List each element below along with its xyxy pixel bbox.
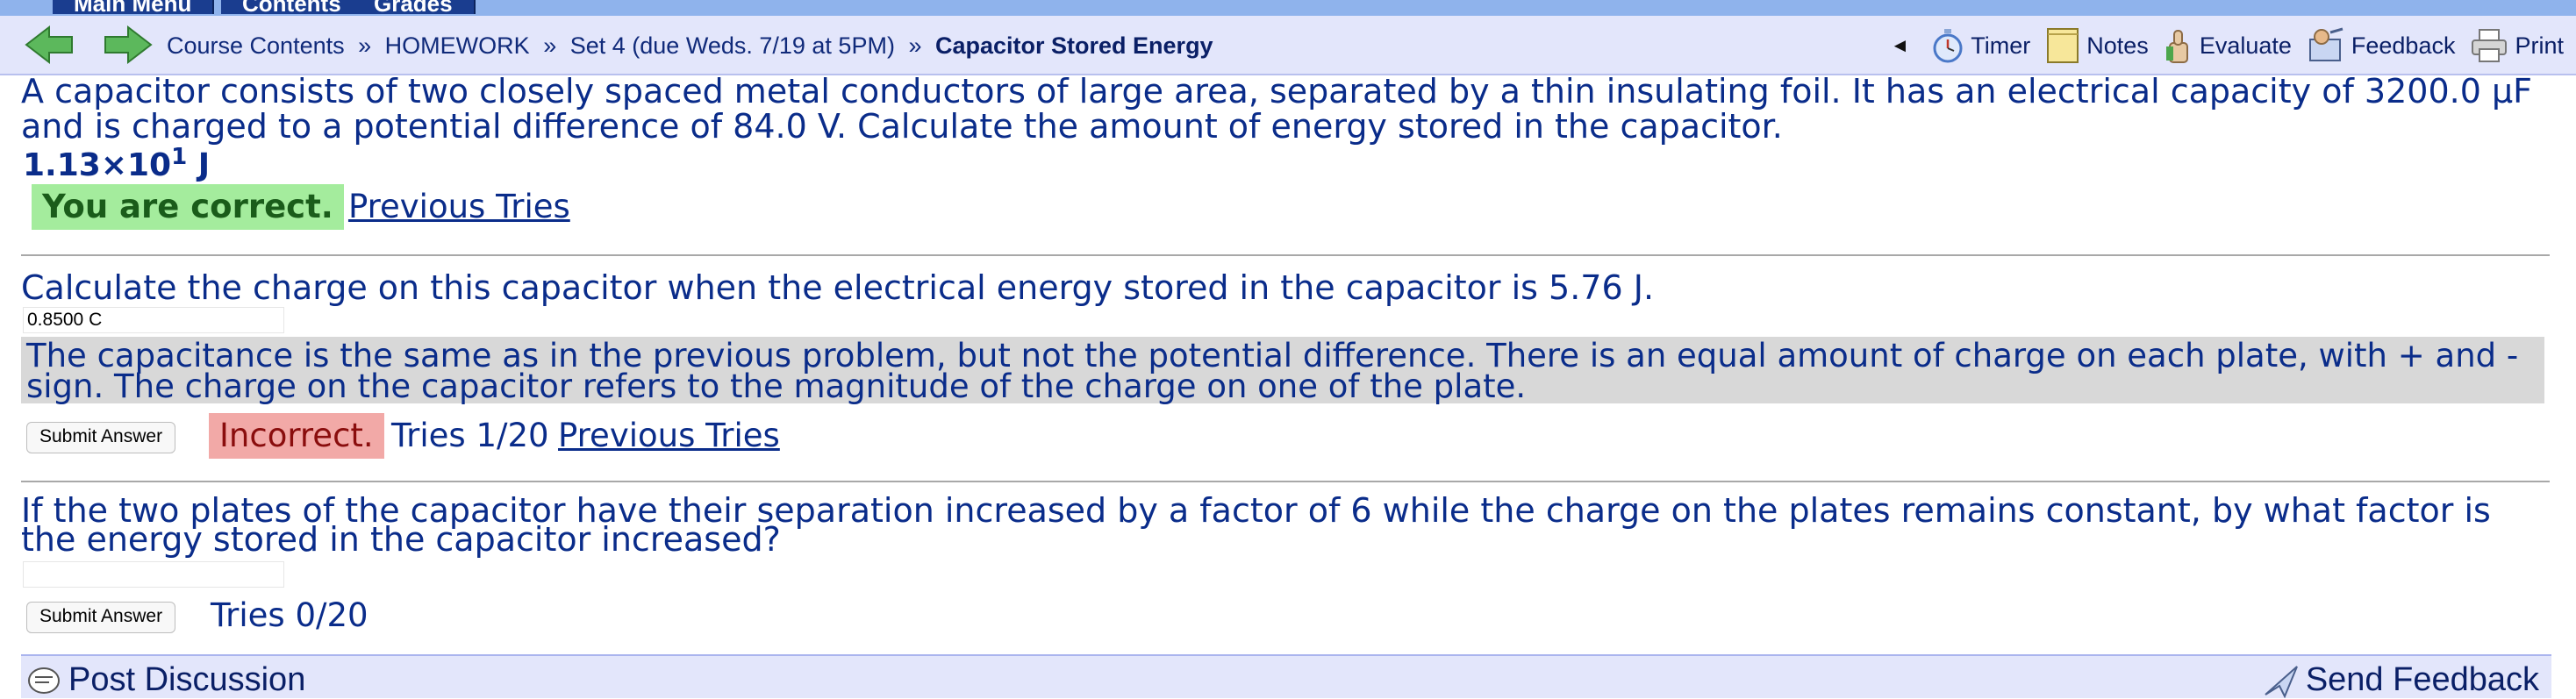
problem-2-text: Calculate the charge on this capacitor w… bbox=[21, 268, 1655, 307]
toolbar: ◄ Timer Notes Evaluate Feedback Print bbox=[1890, 26, 2564, 65]
problem-2-submit-button[interactable]: Submit Answer bbox=[26, 422, 176, 453]
navigation-bar: Course Contents » HOMEWORK » Set 4 (due … bbox=[0, 16, 2576, 75]
notes-icon bbox=[2047, 28, 2079, 63]
answer-unit: J bbox=[187, 147, 211, 183]
top-tab-strip: Main Menu Contents Grades bbox=[0, 0, 2576, 16]
problem-1-text: A capacitor consists of two closely spac… bbox=[21, 72, 2532, 146]
timer-icon bbox=[1933, 29, 1963, 63]
problem-3-submit-button[interactable]: Submit Answer bbox=[26, 602, 176, 633]
problem-3-answer-input[interactable] bbox=[23, 561, 284, 588]
print-icon bbox=[2472, 29, 2508, 62]
print-button[interactable]: Print bbox=[2471, 28, 2564, 63]
problem-3-tries: Tries 0/20 bbox=[211, 596, 369, 634]
notes-button[interactable]: Notes bbox=[2046, 27, 2149, 64]
send-feedback-icon bbox=[2265, 665, 2298, 698]
back-arrow-icon[interactable] bbox=[25, 25, 74, 65]
tab-grades[interactable]: Grades bbox=[353, 0, 476, 14]
breadcrumb-course-contents[interactable]: Course Contents bbox=[167, 32, 345, 59]
problem-2-answer-input[interactable]: 0.8500 C bbox=[23, 307, 284, 333]
tab-main-menu[interactable]: Main Menu bbox=[53, 0, 215, 14]
divider bbox=[21, 254, 2550, 256]
feedback-button[interactable]: Feedback bbox=[2308, 27, 2456, 64]
send-feedback-button[interactable]: Send Feedback bbox=[2262, 661, 2539, 699]
feedback-icon bbox=[2308, 27, 2343, 61]
collapse-toolbar-icon[interactable]: ◄ bbox=[1890, 34, 1909, 57]
incorrect-badge: Incorrect. bbox=[209, 413, 384, 459]
post-discussion-button[interactable]: Post Discussion bbox=[26, 661, 305, 699]
evaluate-label: Evaluate bbox=[2199, 32, 2292, 59]
answer-exponent: 1 bbox=[171, 144, 188, 170]
answer-mantissa: 1.13×10 bbox=[23, 147, 172, 183]
timer-button[interactable]: Timer bbox=[1932, 28, 2030, 63]
notes-label: Notes bbox=[2086, 32, 2149, 59]
tab-contents[interactable]: Contents bbox=[221, 0, 364, 14]
breadcrumb-separator: » bbox=[358, 32, 372, 59]
breadcrumb-homework[interactable]: HOMEWORK bbox=[385, 32, 530, 59]
post-discussion-label: Post Discussion bbox=[68, 661, 306, 698]
evaluate-button[interactable]: Evaluate bbox=[2165, 27, 2292, 64]
breadcrumb-set-4[interactable]: Set 4 (due Weds. 7/19 at 5PM) bbox=[570, 32, 895, 59]
previous-tries-link[interactable]: Previous Tries bbox=[558, 417, 780, 455]
previous-tries-link[interactable]: Previous Tries bbox=[348, 188, 570, 225]
forward-arrow-icon[interactable] bbox=[104, 25, 153, 65]
problem-2-hint: The capacitance is the same as in the pr… bbox=[21, 337, 2544, 403]
divider bbox=[21, 481, 2550, 482]
breadcrumb-separator: » bbox=[543, 32, 557, 59]
discussion-icon bbox=[28, 667, 60, 694]
problem-1-status-row: You are correct. Previous Tries bbox=[32, 184, 570, 230]
breadcrumb-current-page: Capacitor Stored Energy bbox=[935, 32, 1213, 59]
print-label: Print bbox=[2515, 32, 2564, 59]
problem-3-text: If the two plates of the capacitor have … bbox=[21, 491, 2491, 559]
feedback-label: Feedback bbox=[2351, 32, 2456, 59]
footer-bar: Post Discussion Send Feedback bbox=[21, 654, 2551, 698]
correct-badge: You are correct. bbox=[32, 184, 344, 230]
evaluate-icon bbox=[2165, 30, 2188, 63]
problem-1-answer: 1.13×101 J bbox=[23, 144, 210, 183]
send-feedback-label: Send Feedback bbox=[2305, 661, 2539, 698]
breadcrumb-separator: » bbox=[908, 32, 922, 59]
problem-2-tries: Tries 1/20 bbox=[391, 417, 549, 454]
breadcrumb: Course Contents » HOMEWORK » Set 4 (due … bbox=[167, 28, 1213, 63]
timer-label: Timer bbox=[1971, 32, 2031, 59]
